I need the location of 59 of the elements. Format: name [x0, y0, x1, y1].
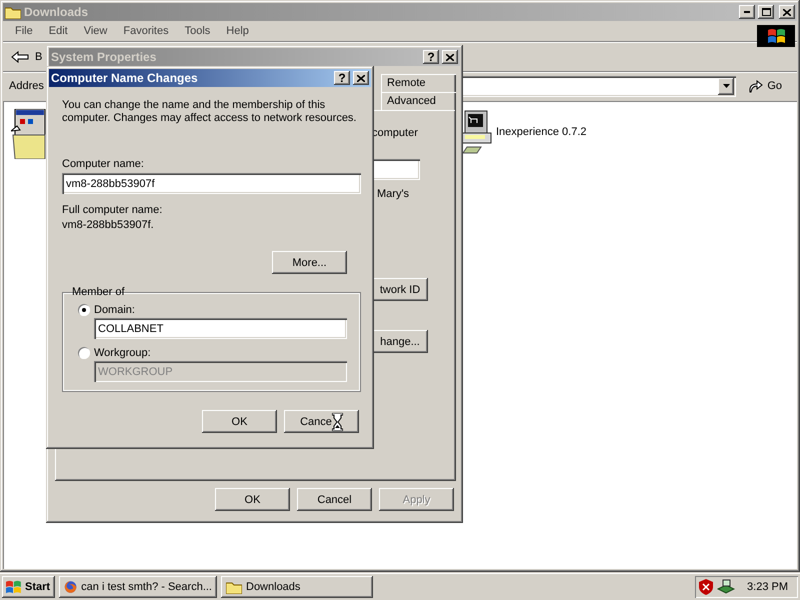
- network-id-button[interactable]: twork ID: [372, 278, 428, 301]
- close-icon: [783, 8, 791, 16]
- menu-item[interactable]: File: [7, 25, 41, 37]
- panel-text: Mary's: [377, 188, 410, 200]
- window-title: System Properties: [51, 50, 158, 64]
- shield-icon[interactable]: [699, 579, 714, 595]
- tab[interactable]: Advanced: [381, 92, 456, 110]
- close-button[interactable]: [442, 50, 458, 64]
- network-icon[interactable]: [717, 579, 736, 595]
- hourglass-cursor-icon: [332, 412, 343, 430]
- text-field[interactable]: COLLABNET: [94, 318, 347, 339]
- help-button[interactable]: ?: [334, 71, 350, 85]
- field-label: Full computer name:: [62, 204, 164, 216]
- help-button[interactable]: ?: [423, 50, 439, 64]
- dialog-button[interactable]: Cance: [284, 410, 359, 433]
- minimize-button[interactable]: [739, 5, 755, 19]
- menu-item[interactable]: View: [76, 25, 116, 37]
- window-title: Computer Name Changes: [51, 71, 199, 85]
- menu-item[interactable]: Tools: [176, 25, 218, 37]
- window-title: Downloads: [24, 5, 90, 19]
- minimize-icon: [744, 11, 750, 13]
- address-label: Addres: [9, 80, 44, 92]
- back-arrow-icon[interactable]: [11, 51, 29, 63]
- tab[interactable]: Remote: [381, 74, 456, 92]
- dropdown-button[interactable]: [718, 78, 734, 94]
- folder-icon: [226, 580, 242, 594]
- intro-text: You can change the name and the membership of this computer. Changes may affect access to network resources.: [62, 99, 358, 125]
- radio-label[interactable]: Domain:: [94, 304, 135, 316]
- dialog-button[interactable]: OK: [215, 488, 290, 511]
- maximize-icon: [762, 8, 770, 16]
- caret-icon: [722, 84, 730, 88]
- close-button[interactable]: [779, 5, 795, 19]
- back-label[interactable]: B: [35, 51, 42, 63]
- globe-icon: [64, 579, 78, 595]
- full-name-text: vm8-288bb53907f.: [62, 219, 155, 231]
- radio-button[interactable]: [78, 304, 90, 316]
- close-icon: [446, 54, 454, 60]
- file-label[interactable]: Inexperience 0.7.2: [496, 126, 587, 138]
- change-button[interactable]: hange...: [372, 330, 428, 353]
- computer-name-field[interactable]: vm8-288bb53907f: [62, 173, 361, 194]
- group-label: Member of: [71, 286, 126, 298]
- windows-logo-icon: [757, 25, 795, 47]
- windows-logo-icon: [5, 580, 21, 594]
- close-button[interactable]: [353, 71, 369, 85]
- more-button[interactable]: More...: [272, 251, 347, 274]
- taskbar-button[interactable]: Downloads: [221, 576, 373, 598]
- folder-icon: [5, 6, 21, 18]
- menu-item[interactable]: Favorites: [115, 25, 177, 37]
- close-icon: [357, 74, 365, 82]
- clock: 3:23 PM: [747, 581, 788, 593]
- menu-item[interactable]: Edit: [40, 25, 76, 37]
- field-label: Computer name:: [62, 158, 145, 170]
- dialog-button[interactable]: Cancel: [297, 488, 372, 511]
- taskbar-button[interactable]: can i test smth? - Search...: [59, 576, 217, 598]
- arrow-icon: [747, 79, 764, 93]
- dialog-button[interactable]: OK: [202, 410, 277, 433]
- menu-item[interactable]: Help: [218, 25, 257, 37]
- start-button[interactable]: Start: [2, 576, 55, 598]
- maximize-button[interactable]: [758, 5, 774, 19]
